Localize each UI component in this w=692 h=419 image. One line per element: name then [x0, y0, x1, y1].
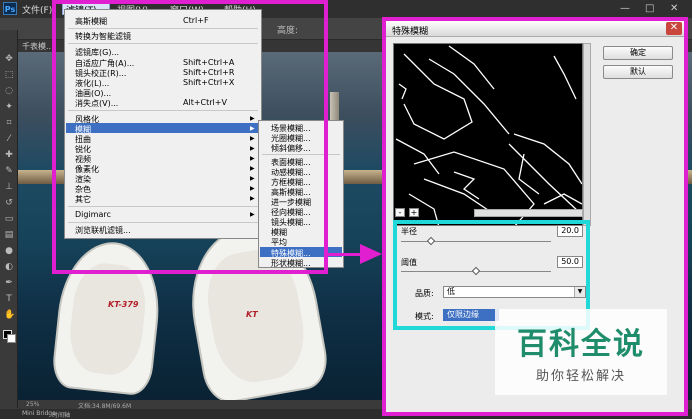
boat-registration: KT	[246, 310, 258, 319]
highlight-box-filter-menu	[52, 0, 328, 274]
boat-registration: KT-379	[108, 300, 139, 309]
brush-tool-icon[interactable]: ✎	[4, 166, 14, 176]
zoom-level[interactable]: 25%	[26, 401, 39, 408]
gradient-tool-icon[interactable]: ▤	[4, 230, 14, 240]
annotation-arrow-head	[360, 244, 382, 264]
document-tab[interactable]: 千表模...	[22, 41, 54, 52]
lasso-tool-icon[interactable]: ◌	[4, 86, 14, 96]
pen-tool-icon[interactable]: ✒	[4, 278, 14, 288]
eyedropper-tool-icon[interactable]: ⁄	[4, 134, 14, 144]
type-tool-icon[interactable]: T	[4, 294, 14, 304]
history-brush-tool-icon[interactable]: ↺	[4, 198, 14, 208]
watermark-title: 百科全说	[517, 327, 645, 362]
close-icon[interactable]: ✕	[670, 3, 678, 14]
photoshop-logo: Ps	[3, 2, 17, 15]
boat-interior	[66, 260, 150, 378]
magic-wand-tool-icon[interactable]: ✦	[4, 102, 14, 112]
tool-panel: ✥ ⬚ ◌ ✦ ⌗ ⁄ ✚ ✎ ⊥ ↺ ▭ ▤ ● ◐ ✒ T ✋	[0, 30, 18, 408]
clone-stamp-tool-icon[interactable]: ⊥	[4, 182, 14, 192]
crop-tool-icon[interactable]: ⌗	[4, 118, 14, 128]
minimize-icon[interactable]: —	[620, 3, 630, 14]
marquee-tool-icon[interactable]: ⬚	[4, 70, 14, 80]
tab-mini-bridge[interactable]: Mini Bridge	[22, 410, 56, 417]
tab-timeline[interactable]: 时间轴	[52, 410, 70, 419]
background-color-swatch[interactable]	[7, 334, 16, 343]
healing-brush-tool-icon[interactable]: ✚	[4, 150, 14, 160]
eraser-tool-icon[interactable]: ▭	[4, 214, 14, 224]
photoshop-window: Ps 文件(F) 视图(V) 窗口(W) 帮助(H) — □ ✕ 滤镜(T) 高…	[0, 0, 692, 419]
hand-tool-icon[interactable]: ✋	[4, 310, 15, 320]
blur-tool-icon[interactable]: ●	[4, 246, 14, 256]
watermark-subtitle: 助你轻松解决	[535, 369, 626, 384]
menu-file[interactable]: 文件(F)	[22, 3, 52, 16]
dodge-tool-icon[interactable]: ◐	[4, 262, 14, 272]
annotation-arrow	[328, 253, 364, 256]
watermark: 百科全说 助你轻松解决	[495, 309, 667, 395]
maximize-icon[interactable]: □	[645, 3, 654, 14]
move-tool-icon[interactable]: ✥	[4, 54, 14, 64]
